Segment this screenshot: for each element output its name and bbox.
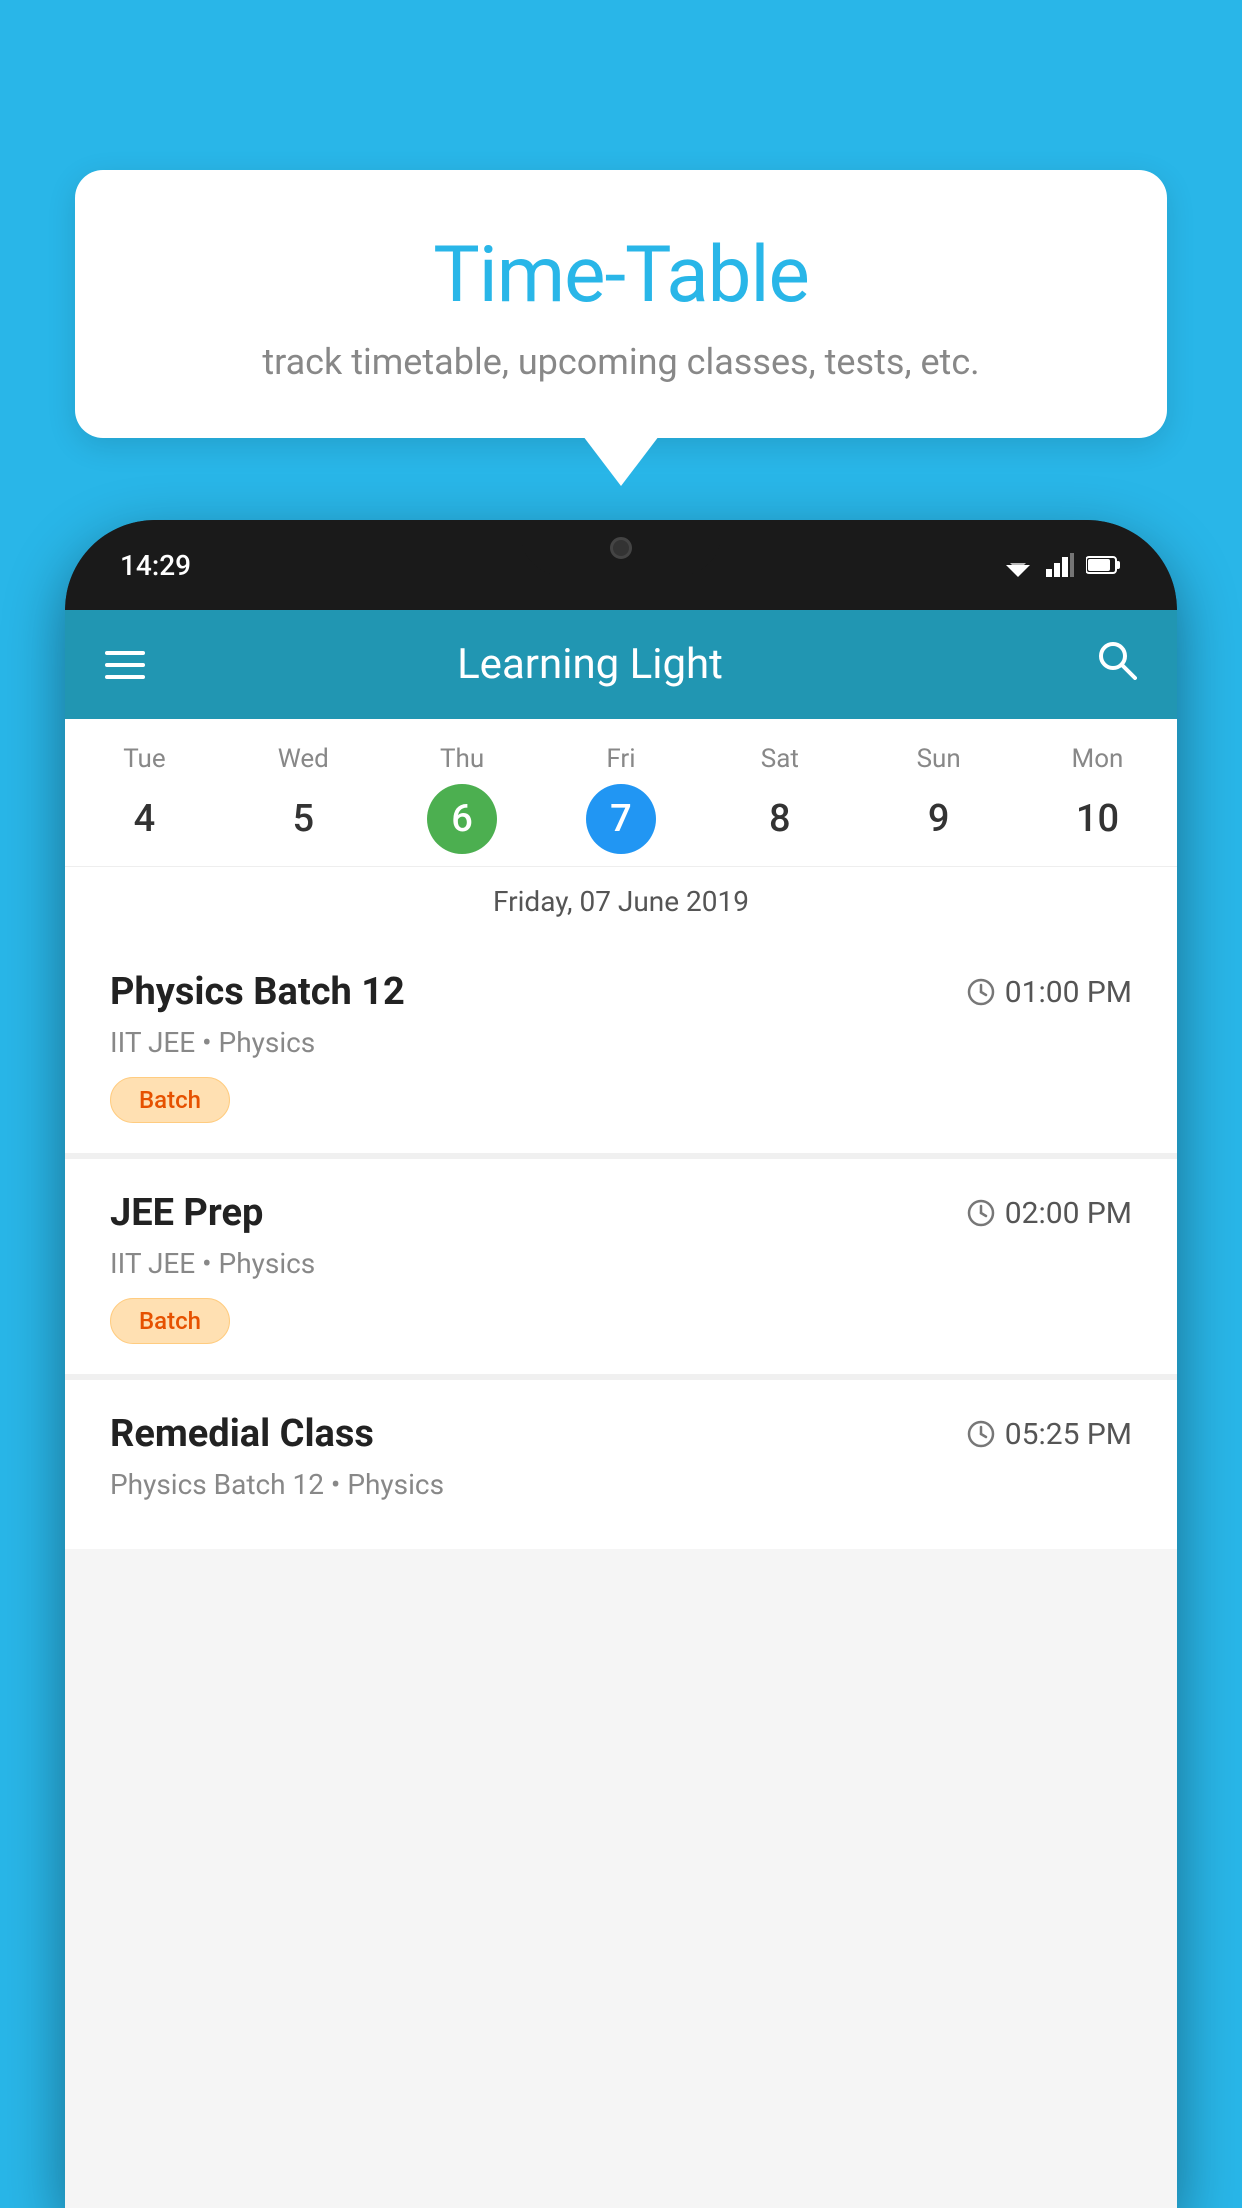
day-col-sun[interactable]: Sun 9	[859, 744, 1018, 854]
item-subtitle: Physics Batch 12 • Physics	[110, 1468, 1132, 1501]
schedule-item[interactable]: Physics Batch 12 01:00 PM IIT JEE • Phys…	[65, 938, 1177, 1153]
day-label: Sat	[761, 744, 799, 774]
day-number: 9	[904, 784, 974, 854]
day-label: Fri	[606, 744, 635, 774]
item-title: Remedial Class	[110, 1412, 374, 1456]
day-col-sat[interactable]: Sat 8	[700, 744, 859, 854]
app-screen: Learning Light Tue4Wed5Thu6Fri7Sat8Sun9M…	[65, 610, 1177, 2208]
batch-badge: Batch	[110, 1298, 230, 1344]
batch-badge: Batch	[110, 1077, 230, 1123]
tooltip-card: Time-Table track timetable, upcoming cla…	[75, 170, 1167, 438]
status-bar: 14:29	[65, 520, 1177, 610]
day-number: 10	[1062, 784, 1132, 854]
day-label: Tue	[123, 744, 165, 774]
day-label: Wed	[278, 744, 329, 774]
item-time: 05:25 PM	[967, 1417, 1132, 1452]
day-number: 5	[268, 784, 338, 854]
clock-icon	[967, 978, 995, 1006]
wifi-icon	[1002, 553, 1034, 577]
clock-icon	[967, 1420, 995, 1448]
phone-frame: 14:29	[65, 520, 1177, 2208]
status-icons	[1002, 553, 1122, 577]
search-button[interactable]	[1095, 638, 1137, 691]
schedule-item-header: Remedial Class 05:25 PM	[110, 1412, 1132, 1456]
days-row: Tue 4 Wed 5 Thu 6 Fri 7 Sat 8 Sun 9 Mon 10	[65, 744, 1177, 866]
tooltip-subtitle: track timetable, upcoming classes, tests…	[125, 341, 1117, 383]
selected-date-label: Friday, 07 June 2019	[65, 866, 1177, 938]
phone-notch	[521, 520, 721, 575]
day-number: 8	[745, 784, 815, 854]
clock-icon	[967, 1199, 995, 1227]
day-number: 4	[109, 784, 179, 854]
day-number: 7	[586, 784, 656, 854]
item-title: Physics Batch 12	[110, 970, 405, 1014]
day-label: Thu	[440, 744, 484, 774]
signal-icon	[1046, 553, 1074, 577]
day-col-fri[interactable]: Fri 7	[542, 744, 701, 854]
search-icon	[1095, 638, 1137, 680]
status-time: 14:29	[120, 549, 191, 582]
battery-icon	[1086, 555, 1122, 575]
day-col-thu[interactable]: Thu 6	[383, 744, 542, 854]
day-col-mon[interactable]: Mon 10	[1018, 744, 1177, 854]
item-subtitle: IIT JEE • Physics	[110, 1026, 1132, 1059]
app-header: Learning Light	[65, 610, 1177, 719]
item-title: JEE Prep	[110, 1191, 263, 1235]
schedule-item-header: JEE Prep 02:00 PM	[110, 1191, 1132, 1235]
item-time: 02:00 PM	[967, 1196, 1132, 1231]
item-subtitle: IIT JEE • Physics	[110, 1247, 1132, 1280]
schedule-item-header: Physics Batch 12 01:00 PM	[110, 970, 1132, 1014]
tooltip-title: Time-Table	[125, 230, 1117, 321]
item-time: 01:00 PM	[967, 975, 1132, 1010]
schedule-list: Physics Batch 12 01:00 PM IIT JEE • Phys…	[65, 938, 1177, 1549]
schedule-item[interactable]: Remedial Class 05:25 PM Physics Batch 12…	[65, 1380, 1177, 1549]
calendar-strip: Tue 4 Wed 5 Thu 6 Fri 7 Sat 8 Sun 9 Mon 10 Friday, 07…	[65, 719, 1177, 938]
day-label: Mon	[1072, 744, 1124, 774]
schedule-item[interactable]: JEE Prep 02:00 PM IIT JEE • Physics Batc…	[65, 1159, 1177, 1374]
day-col-wed[interactable]: Wed 5	[224, 744, 383, 854]
day-col-tue[interactable]: Tue 4	[65, 744, 224, 854]
day-label: Sun	[917, 744, 961, 774]
camera	[610, 537, 632, 559]
day-number: 6	[427, 784, 497, 854]
app-title: Learning Light	[85, 640, 1095, 689]
